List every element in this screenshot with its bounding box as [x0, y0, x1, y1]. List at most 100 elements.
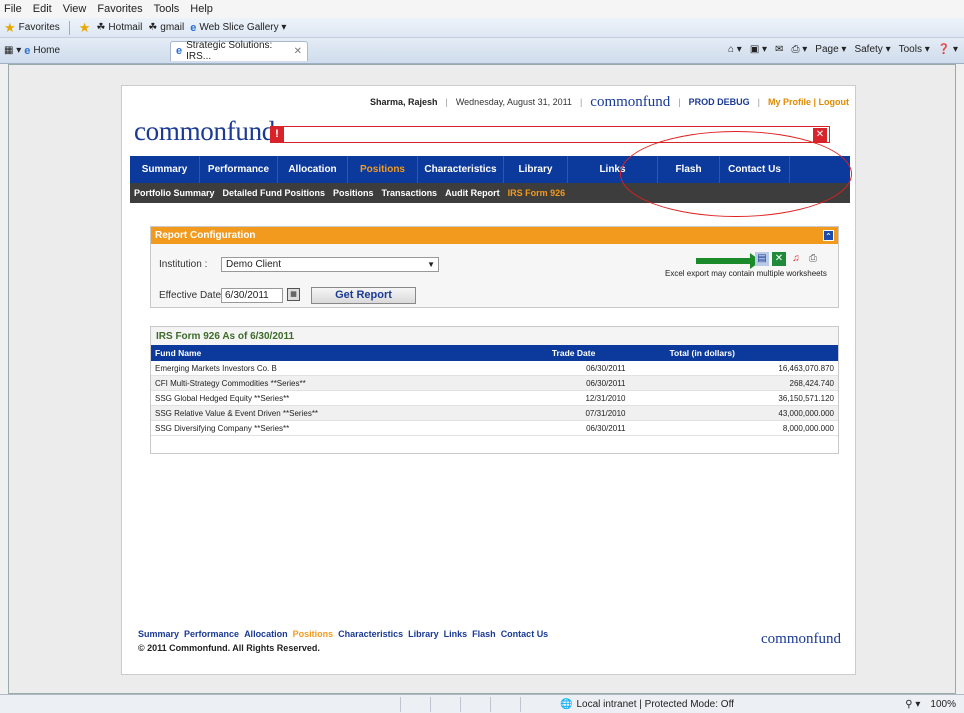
table-cell: 268,424.740	[789, 378, 835, 388]
footer-link-contact-us[interactable]: Contact Us	[501, 629, 549, 639]
home-tab[interactable]: Home	[33, 45, 60, 56]
ie-icon: e	[24, 44, 31, 57]
print-icon[interactable]: ⎙ ▾	[791, 44, 807, 55]
subnav-detailed-fund-positions[interactable]: Detailed Fund Positions	[223, 188, 326, 198]
chevron-down-icon: ▼	[427, 260, 435, 269]
zoom-level: 100%	[930, 698, 956, 710]
table-cell: 07/31/2010	[585, 408, 626, 418]
config-title: Report Configuration	[155, 230, 256, 241]
logo-small: commonfund	[590, 93, 671, 110]
red-highlight-oval	[620, 131, 852, 217]
help-icon[interactable]: ❓ ▾	[938, 44, 958, 55]
table-cell: 43,000,000.000	[778, 408, 834, 418]
favorite-hotmail[interactable]: ☘ Hotmail	[96, 22, 142, 33]
table-cell: CFI Multi-Strategy Commodities **Series*…	[155, 378, 306, 388]
footer-link-positions[interactable]: Positions	[293, 629, 334, 639]
footer-link-library[interactable]: Library	[408, 629, 439, 639]
export-note: Excel export may contain multiple worksh…	[665, 269, 827, 278]
copyright: © 2011 Commonfund. All Rights Reserved.	[138, 643, 320, 653]
table-row: SSG Relative Value & Event Driven **Seri…	[151, 406, 838, 421]
favorites-bar: ★ Favorites ★ ☘ Hotmail ☘ gmail e Web Slice…	[0, 18, 964, 38]
nav-performance[interactable]: Performance	[200, 156, 278, 183]
footer-link-summary[interactable]: Summary	[138, 629, 179, 639]
footer-link-links[interactable]: Links	[444, 629, 468, 639]
favorite-gmail[interactable]: ☘ gmail	[148, 22, 184, 33]
ie-icon: e	[190, 21, 197, 34]
browser-tab-active[interactable]: e Strategic Solutions: IRS... ✕	[170, 40, 308, 62]
column-header[interactable]: Trade Date	[548, 348, 666, 358]
zoom-icon: ⚲ ▾	[905, 698, 921, 710]
print-icon[interactable]: ⎙	[806, 252, 820, 266]
alert-close-icon[interactable]: ✕	[813, 127, 827, 142]
effective-date-input[interactable]: 6/30/2011	[221, 288, 283, 303]
institution-select[interactable]: Demo Client ▼	[221, 257, 439, 272]
tab-close-icon[interactable]: ✕	[294, 46, 302, 57]
tools-menu[interactable]: Tools ▾	[899, 44, 930, 55]
safety-menu[interactable]: Safety ▾	[854, 44, 890, 55]
table-header: Fund Name Trade Date Total (in dollars)	[151, 345, 838, 361]
home-icon[interactable]: ⌂ ▾	[728, 44, 742, 55]
menu-edit[interactable]: Edit	[33, 3, 52, 15]
nav-summary[interactable]: Summary	[130, 156, 200, 183]
nav-library[interactable]: Library	[504, 156, 568, 183]
nav-allocation[interactable]: Allocation	[278, 156, 348, 183]
table-cell: SSG Relative Value & Event Driven **Seri…	[155, 408, 319, 418]
quick-tabs-icon[interactable]: ▦ ▾	[4, 45, 21, 56]
table-body: Emerging Markets Investors Co. B 06/30/20…	[151, 361, 838, 436]
table-cell: 36,150,571.120	[778, 393, 834, 403]
menu-help[interactable]: Help	[190, 3, 213, 15]
table-row: SSG Global Hedged Equity **Series** 12/31…	[151, 391, 838, 406]
favorite-icon: ☘	[148, 22, 158, 33]
favorite-web-slice[interactable]: e Web Slice Gallery ▾	[190, 22, 286, 34]
profile-logout-links[interactable]: My Profile | Logout	[768, 97, 849, 107]
globe-icon: 🌐	[560, 698, 573, 710]
footer-logo: commonfund	[761, 631, 841, 647]
zoom-control[interactable]: ⚲ ▾ 100%	[905, 699, 956, 710]
subnav-irs-form-926[interactable]: IRS Form 926	[508, 188, 566, 198]
table-cell: 06/30/2011	[586, 423, 626, 433]
page-menu[interactable]: Page ▾	[815, 44, 846, 55]
menu-favorites[interactable]: Favorites	[97, 3, 142, 15]
calendar-icon[interactable]: ▦	[287, 288, 300, 301]
footer-links: Summary Performance Allocation Positions Cha…	[138, 629, 548, 639]
nav-characteristics[interactable]: Characteristics	[418, 156, 504, 183]
user-info-bar: Sharma, Rajesh | Wednesday, August 31, 2…	[369, 93, 849, 110]
add-favorite-icon[interactable]: ★	[79, 20, 91, 36]
export-icons: ▤ ✕ ♫ ⎙	[755, 252, 820, 266]
table-cell: 16,463,070.870	[778, 363, 834, 373]
excel-icon[interactable]: ✕	[772, 252, 786, 266]
menu-view[interactable]: View	[63, 3, 87, 15]
institution-label: Institution :	[159, 259, 208, 270]
nav-positions[interactable]: Positions	[348, 156, 418, 183]
pdf-icon[interactable]: ♫	[789, 252, 803, 266]
ie-icon: e	[176, 45, 183, 57]
table-cell: SSG Diversifying Company **Series**	[155, 423, 290, 433]
subnav-transactions[interactable]: Transactions	[382, 188, 438, 198]
footer-link-allocation[interactable]: Allocation	[244, 629, 288, 639]
footer-link-performance[interactable]: Performance	[184, 629, 239, 639]
html-export-icon[interactable]: ▤	[755, 252, 769, 266]
menu-bar: File Edit View Favorites Tools Help	[0, 0, 964, 18]
subnav-audit-report[interactable]: Audit Report	[445, 188, 500, 198]
get-report-button[interactable]: Get Report	[311, 287, 416, 304]
security-zone[interactable]: 🌐 Local intranet | Protected Mode: Off	[560, 699, 734, 710]
table-cell: Emerging Markets Investors Co. B	[155, 363, 277, 373]
report-configuration-panel: Report Configuration ⌃ Institution : Dem…	[150, 226, 839, 308]
footer-link-flash[interactable]: Flash	[472, 629, 496, 639]
feeds-icon[interactable]: ▣ ▾	[750, 44, 767, 55]
tab-title: Strategic Solutions: IRS...	[186, 40, 273, 62]
favorites-button[interactable]: ★ Favorites	[4, 20, 60, 36]
favorite-icon: ☘	[96, 22, 106, 33]
table-cell: 06/30/2011	[586, 363, 626, 373]
collapse-icon[interactable]: ⌃	[823, 230, 834, 241]
subnav-positions[interactable]: Positions	[333, 188, 374, 198]
footer-link-characteristics[interactable]: Characteristics	[338, 629, 403, 639]
menu-tools[interactable]: Tools	[154, 3, 180, 15]
column-header[interactable]: Fund Name	[151, 348, 548, 358]
menu-file[interactable]: File	[4, 3, 22, 15]
table-cell: 12/31/2010	[585, 393, 626, 403]
column-header[interactable]: Total (in dollars)	[665, 348, 838, 358]
subnav-portfolio-summary[interactable]: Portfolio Summary	[134, 188, 215, 198]
mail-icon[interactable]: ✉	[775, 44, 783, 55]
commonfund-logo: commonfund	[134, 116, 275, 146]
